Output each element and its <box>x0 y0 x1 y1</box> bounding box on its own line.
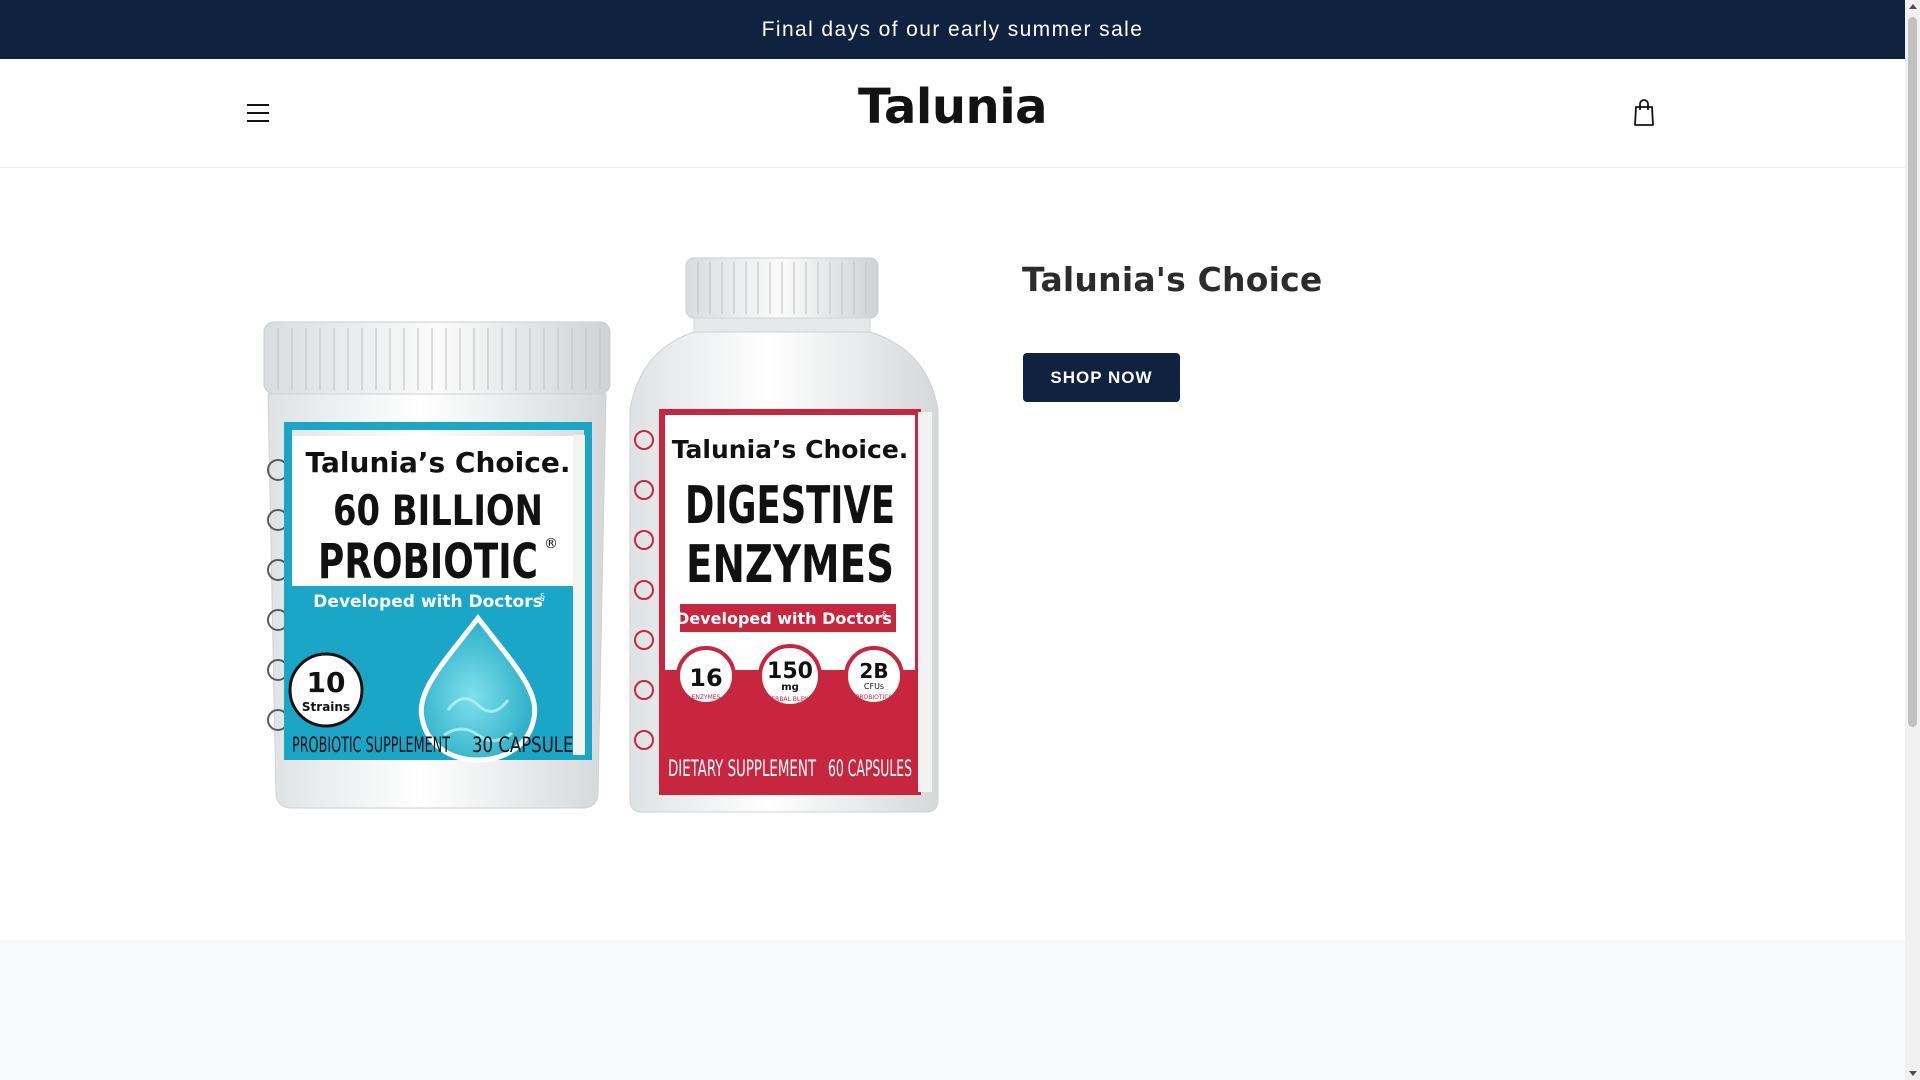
probiotic-line2-text: PROBIOTIC <box>318 534 538 590</box>
probiotic-registered-mark: ® <box>544 536 558 552</box>
enzymes-badge-3-value: 2B <box>859 659 888 683</box>
probiotic-badge-value: 10 <box>307 666 346 699</box>
enzymes-brand-text: Talunia’s Choice. <box>672 435 909 464</box>
hero-title: Talunia's Choice <box>1022 260 1323 299</box>
cart-button[interactable] <box>1628 96 1660 130</box>
probiotic-badge-label: Strains <box>302 700 350 714</box>
enzymes-tagline-mark: § <box>882 610 887 621</box>
probiotic-bottle: Talunia’s Choice. 60 BILLION PROBIOTIC ®… <box>263 321 611 809</box>
enzymes-badge-3-label: PROBIOTICS <box>856 694 893 701</box>
probiotic-tagline-mark: § <box>540 592 545 603</box>
enzymes-badge-2-label: HERBAL BLEND <box>767 696 814 703</box>
logo-container: Talunia <box>0 79 1905 135</box>
enzymes-badge-2-value: 150 <box>767 659 813 684</box>
next-section-background <box>0 940 1905 1080</box>
enzymes-badge-1-label: ENZYMES <box>692 694 721 701</box>
probiotic-footer-right: 30 CAPSULES <box>472 733 584 757</box>
enzymes-footer-left: DIETARY SUPPLEMENT <box>668 757 817 782</box>
enzymes-line2-text: ENZYMES <box>686 535 894 595</box>
scrollbar-thumb[interactable] <box>1908 17 1917 727</box>
shop-now-button[interactable]: SHOP NOW <box>1023 353 1180 402</box>
enzymes-badge-2-unit: mg <box>781 682 799 693</box>
probiotic-line1-text: 60 BILLION <box>333 486 543 535</box>
enzymes-badge-1-value: 16 <box>689 664 722 692</box>
enzymes-badge-3-unit: CFUs <box>864 682 884 691</box>
enzymes-line1-text: DIGESTIVE <box>685 476 895 536</box>
scroll-up-arrow-icon[interactable] <box>1909 4 1917 9</box>
scroll-down-arrow-icon[interactable] <box>1909 1071 1917 1076</box>
announcement-bar: Final days of our early summer sale <box>0 0 1905 59</box>
enzymes-tagline-text: Developed with Doctors <box>676 609 892 628</box>
enzymes-bottle: Talunia’s Choice. DIGESTIVE ENZYMES Deve… <box>629 257 939 813</box>
probiotic-brand-text: Talunia’s Choice. <box>306 446 571 479</box>
page-scrollbar[interactable] <box>1905 0 1920 1080</box>
probiotic-tagline-text: Developed with Doctors <box>313 592 542 612</box>
announcement-text: Final days of our early summer sale <box>761 17 1144 41</box>
shopping-bag-icon <box>1634 99 1654 126</box>
site-logo[interactable]: Talunia <box>858 79 1048 135</box>
hero-product-image: Talunia’s Choice. 60 BILLION PROBIOTIC ®… <box>248 240 948 820</box>
site-header: Talunia <box>0 59 1905 168</box>
probiotic-footer-left: PROBIOTIC SUPPLEMENT <box>292 733 450 757</box>
enzymes-footer-right: 60 CAPSULES <box>828 757 912 782</box>
hamburger-menu-icon[interactable] <box>247 97 279 129</box>
